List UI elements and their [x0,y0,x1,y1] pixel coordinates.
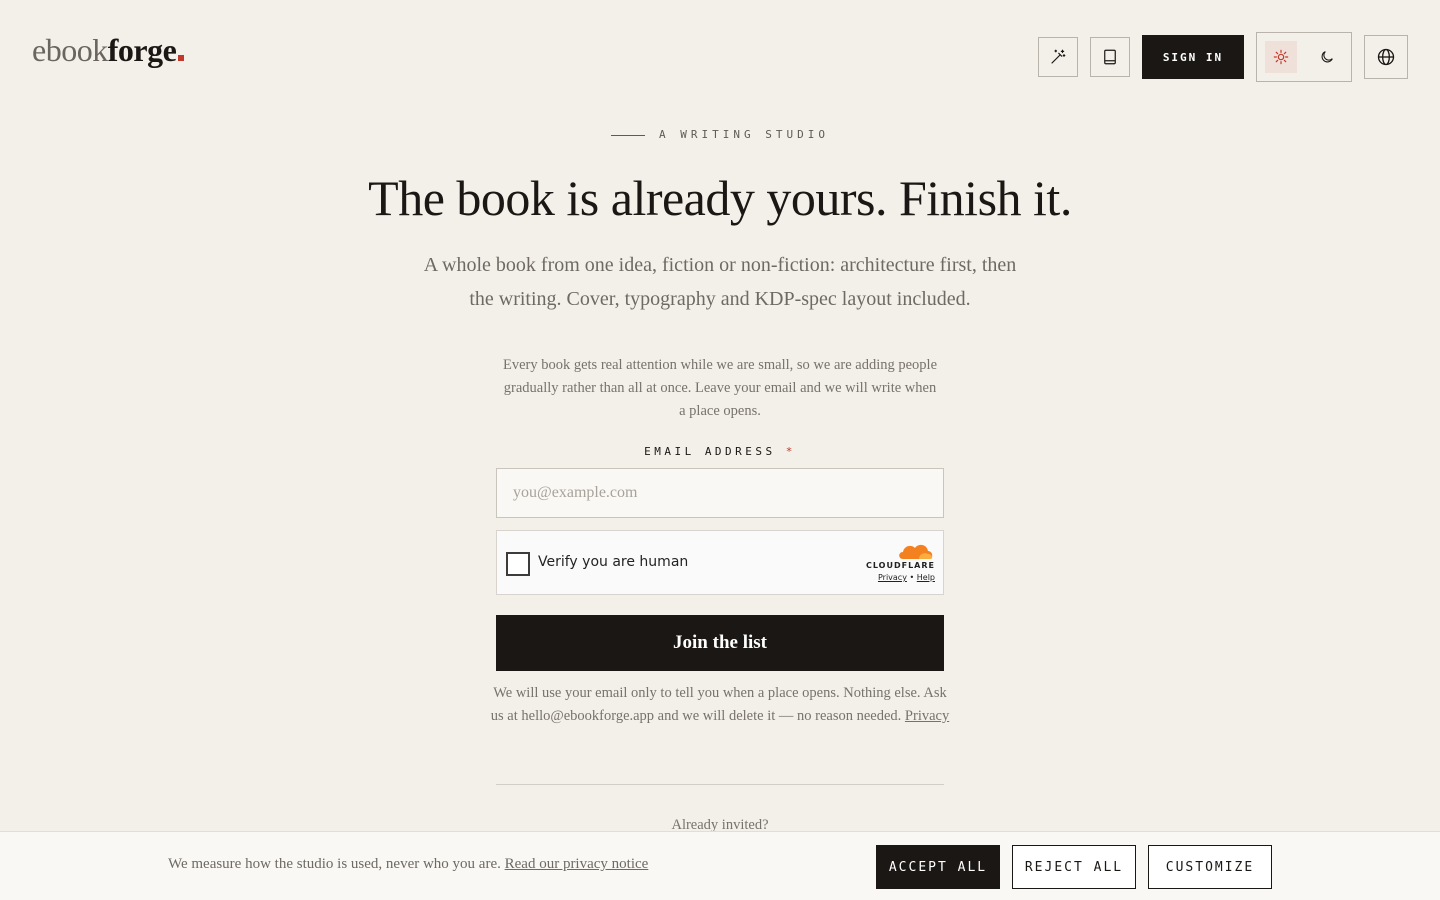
captcha-widget: Verify you are human CLOUDFLARE Privacy … [496,530,944,595]
cloudflare-logo-text: CLOUDFLARE [866,561,935,570]
captcha-help-link[interactable]: Help [917,573,935,582]
dark-theme-option[interactable] [1311,41,1343,73]
theme-toggle [1256,32,1352,82]
captcha-links: Privacy • Help [878,573,935,582]
accept-all-button[interactable]: ACCEPT ALL [876,845,1000,889]
cookie-message: We measure how the studio is used, never… [168,856,648,873]
book-button[interactable] [1090,37,1130,77]
join-list-button[interactable]: Join the list [496,615,944,671]
cloudflare-cloud-icon [899,544,933,559]
logo-dot [178,55,185,61]
captcha-link-separator: • [909,573,915,582]
logo[interactable]: ebookforge [32,30,185,70]
eyebrow: A WRITING STUDIO [0,128,1440,141]
magic-wand-button[interactable] [1038,37,1078,77]
privacy-link[interactable]: Privacy [905,708,949,724]
eyebrow-rule [611,134,646,136]
captcha-label: Verify you are human [538,554,689,570]
intro-text: Every book gets real attention while we … [502,357,938,419]
light-theme-option[interactable] [1265,41,1297,73]
magic-wand-icon [1051,49,1066,64]
logo-bold: forge [107,32,177,68]
logo-light: ebook [32,32,108,68]
privacy-fineprint: We will use your email only to tell you … [490,682,950,728]
privacy-notice-link[interactable]: Read our privacy notice [505,856,649,872]
sun-icon [1273,49,1289,65]
cookie-text: We measure how the studio is used, never… [168,856,501,872]
reject-all-button[interactable]: REJECT ALL [1012,845,1136,889]
book-icon [1104,49,1116,65]
divider [496,784,944,785]
cookie-banner: We measure how the studio is used, never… [0,831,1440,900]
captcha-privacy-link[interactable]: Privacy [878,573,907,582]
language-button[interactable] [1364,35,1408,79]
captcha-checkbox[interactable] [506,552,530,576]
eyebrow-text: A WRITING STUDIO [659,128,829,141]
required-marker: * [785,445,796,458]
moon-icon [1321,51,1333,63]
globe-icon [1377,48,1395,66]
sign-in-button[interactable]: SIGN IN [1142,35,1244,79]
fineprint-text: We will use your email only to tell you … [490,685,947,724]
page-title: The book is already yours. Finish it. [368,170,1072,226]
email-label-text: EMAIL ADDRESS [644,445,776,458]
email-field[interactable] [496,468,944,518]
subheadline: A whole book from one idea, fiction or n… [423,254,1017,310]
customize-button[interactable]: CUSTOMIZE [1148,845,1272,889]
email-label: EMAIL ADDRESS * [0,445,1440,458]
